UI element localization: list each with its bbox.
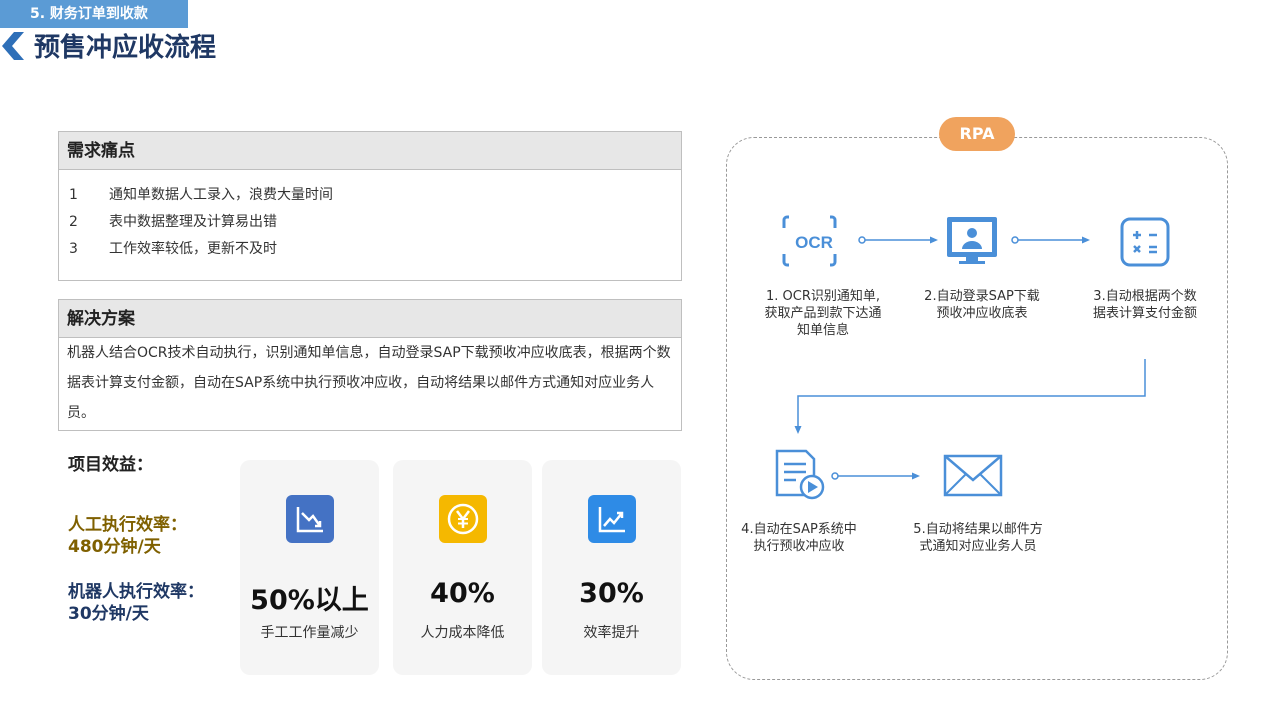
item-number: 3 (69, 241, 78, 257)
page-title: 预售冲应收流程 (34, 33, 217, 63)
rpa-badge: RPA (939, 117, 1015, 151)
chevron-left-icon (2, 32, 24, 60)
step-4-label: 4.自动在SAP系统中 执行预收冲应收 (724, 521, 874, 555)
manual-efficiency-label: 人工执行效率： (68, 515, 187, 535)
mail-icon (943, 454, 1003, 497)
pain-points-heading: 需求痛点 (59, 132, 681, 170)
step-text: 预收冲应收底表 (936, 306, 1028, 321)
solution-text: 机器人结合OCR技术自动执行，识别通知单信息，自动登录SAP下载预收冲应收底表，… (67, 345, 671, 421)
step-text: 5.自动将结果以邮件方 (913, 522, 1043, 537)
benefit-card-efficiency: 30% 效率提升 (542, 460, 681, 675)
step-text: 1. OCR识别通知单, (765, 289, 880, 304)
benefit-value: 30% (579, 578, 644, 609)
step-5-label: 5.自动将结果以邮件方 式通知对应业务人员 (898, 521, 1058, 555)
step-1-label: 1. OCR识别通知单, 获取产品到款下达通 知单信息 (748, 288, 898, 339)
list-item: 1 通知单数据人工录入，浪费大量时间 (69, 182, 681, 209)
manual-efficiency-value: 480分钟/天 (68, 537, 161, 557)
flow-connector (1011, 236, 1090, 244)
pain-points-panel: 需求痛点 1 通知单数据人工录入，浪费大量时间 2 表中数据整理及计算易出错 3… (58, 131, 682, 281)
benefit-value: 50%以上 (250, 585, 369, 616)
item-text: 通知单数据人工录入，浪费大量时间 (109, 187, 333, 203)
step-3-label: 3.自动根据两个数 据表计算支付金额 (1076, 288, 1214, 322)
step-text: 据表计算支付金额 (1092, 306, 1197, 321)
list-item: 2 表中数据整理及计算易出错 (69, 209, 681, 236)
benefit-value: 40% (430, 578, 495, 609)
step-text: 2.自动登录SAP下载 (924, 289, 1040, 304)
yen-coin-icon (438, 495, 487, 543)
benefit-card-workload: 50%以上 手工工作量减少 (240, 460, 379, 675)
robot-efficiency-label: 机器人执行效率： (68, 582, 204, 602)
item-number: 1 (69, 187, 78, 203)
step-text: 式通知对应业务人员 (919, 539, 1037, 554)
manual-efficiency: 人工执行效率： 480分钟/天 (68, 514, 187, 558)
rpa-flow-diagram: OCR (775, 215, 1170, 500)
benefits-heading: 项目效益： (68, 455, 153, 475)
step-text: 3.自动根据两个数 (1093, 289, 1197, 304)
flow-connector (831, 472, 920, 480)
monitor-user-icon (947, 217, 997, 264)
solution-heading: 解决方案 (59, 300, 681, 338)
item-number: 2 (69, 214, 78, 230)
flow-connector (794, 359, 1146, 434)
document-play-icon (775, 449, 825, 500)
chart-up-icon (587, 495, 636, 543)
section-tag: 5. 财务订单到收款 (0, 0, 188, 28)
robot-efficiency: 机器人执行效率： 30分钟/天 (68, 581, 204, 625)
pain-points-list: 1 通知单数据人工录入，浪费大量时间 2 表中数据整理及计算易出错 3 工作效率… (59, 170, 681, 263)
robot-efficiency-value: 30分钟/天 (68, 604, 149, 624)
solution-panel: 解决方案 机器人结合OCR技术自动执行，识别通知单信息，自动登录SAP下载预收冲… (58, 299, 682, 431)
item-text: 工作效率较低，更新不及时 (109, 241, 277, 257)
step-2-label: 2.自动登录SAP下载 预收冲应收底表 (902, 288, 1062, 322)
flow-connector (858, 236, 938, 244)
benefit-card-cost: 40% 人力成本降低 (393, 460, 532, 675)
ocr-icon: OCR (782, 215, 837, 267)
step-text: 4.自动在SAP系统中 (741, 522, 857, 537)
chart-down-icon (285, 495, 334, 543)
step-text: 获取产品到款下达通 (764, 306, 882, 321)
step-text: 执行预收冲应收 (753, 539, 845, 554)
benefit-label: 人力成本降低 (420, 625, 505, 641)
item-text: 表中数据整理及计算易出错 (109, 214, 277, 230)
benefit-label: 效率提升 (583, 625, 640, 641)
list-item: 3 工作效率较低，更新不及时 (69, 236, 681, 263)
calculator-icon (1120, 217, 1170, 267)
benefit-label: 手工工作量减少 (260, 625, 359, 641)
svg-text:OCR: OCR (795, 233, 833, 252)
step-text: 知单信息 (796, 323, 849, 338)
